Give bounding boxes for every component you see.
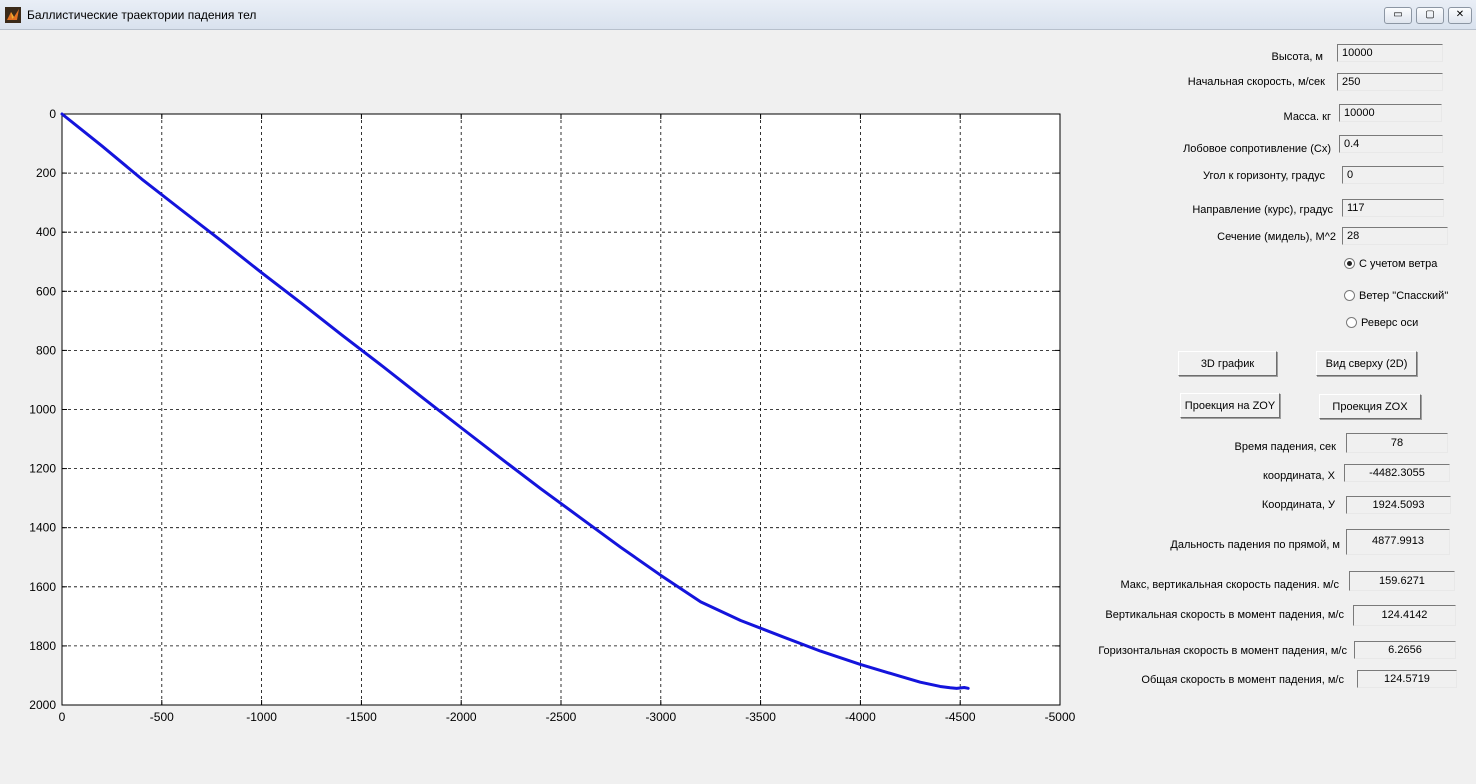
x-tick-label: -4000 [845,710,876,724]
y-tick-label: 600 [36,284,56,298]
angle-field[interactable]: 0 [1342,166,1444,184]
result-label-coord-x: координата, X [1262,470,1335,482]
wind-option[interactable]: С учетом ветра [1344,258,1437,270]
param-label-mass: Масса. кг [1283,111,1331,123]
x-tick-label: -5000 [1045,710,1076,724]
x-tick-label: 0 [59,710,66,724]
close-button[interactable]: ✕ [1448,7,1472,24]
max-vertical-speed-value: 159.6271 [1349,571,1455,591]
result-label-coord-y: Координата, У [1261,499,1335,511]
reverse-axis-option[interactable]: Реверс оси [1346,317,1418,329]
result-label-fall-time: Время падения, сек [1234,441,1336,453]
impact-horizontal-speed-value: 6.2656 [1354,641,1456,659]
course-field[interactable]: 117 [1342,199,1444,217]
y-tick-label: 800 [36,343,56,357]
mass-field[interactable]: 10000 [1339,104,1442,122]
param-label-section: Сечение (мидель), М^2 [1217,231,1336,243]
impact-total-speed-value: 124.5719 [1357,670,1457,688]
param-label-course: Направление (курс), градус [1192,204,1333,216]
result-label-impact-vertical-speed: Вертикальная скорость в момент падения, … [1105,609,1344,621]
y-tick-label: 1400 [29,521,56,535]
x-tick-label: -3500 [745,710,776,724]
x-tick-label: -500 [150,710,174,724]
trajectory-chart: 0 -500 -1000 -1500 -2000 -2500 -3000 -3500 -4000… [29,107,1076,724]
x-tick-label: -3000 [645,710,676,724]
param-label-angle: Угол к горизонту, градус [1203,170,1325,182]
x-tick-label: -2500 [546,710,577,724]
param-label-drag: Лобовое сопротивление (Cx) [1183,143,1331,155]
coord-y-value: 1924.5093 [1346,496,1451,514]
coord-x-value: -4482.3055 [1344,464,1450,482]
minimize-icon: ▭ [1393,9,1403,20]
result-label-impact-horizontal-speed: Горизонтальная скорость в момент падения… [1098,645,1347,657]
result-label-distance: Дальность падения по прямой, м [1170,539,1340,551]
maximize-icon: ▢ [1425,9,1435,20]
y-tick-label: 1200 [29,462,56,476]
x-tick-label: -4500 [945,710,976,724]
radio-unchecked-icon [1346,317,1357,328]
plot-3d-button[interactable]: 3D график [1178,351,1277,376]
distance-value: 4877.9913 [1346,529,1450,555]
y-tick-label: 1800 [29,639,56,653]
radio-checked-icon [1344,258,1355,269]
y-tick-label: 0 [49,107,56,121]
impact-vertical-speed-value: 124.4142 [1353,605,1456,626]
initial-velocity-field[interactable]: 250 [1337,73,1443,91]
top-view-button[interactable]: Вид сверху (2D) [1316,351,1417,376]
param-label-height: Высота, м [1271,51,1323,63]
param-label-velocity: Начальная скорость, м/сек [1187,76,1325,88]
section-area-field[interactable]: 28 [1342,227,1448,245]
drag-coefficient-field[interactable]: 0.4 [1339,135,1443,153]
y-tick-label: 2000 [29,698,56,712]
height-field[interactable]: 10000 [1337,44,1443,62]
y-tick-label: 400 [36,225,56,239]
radio-unchecked-icon [1344,290,1355,301]
y-tick-label: 1000 [29,403,56,417]
x-tick-label: -1000 [246,710,277,724]
projection-zox-button[interactable]: Проекция ZOX [1319,394,1421,419]
fall-time-value: 78 [1346,433,1448,453]
y-tick-label: 200 [36,166,56,180]
close-icon: ✕ [1455,9,1465,20]
x-tick-label: -1500 [346,710,377,724]
minimize-button[interactable]: ▭ [1384,7,1412,24]
spassky-wind-label: Ветер "Спасский" [1359,290,1449,302]
spassky-wind-option[interactable]: Ветер "Спасский" [1344,290,1448,302]
maximize-button[interactable]: ▢ [1416,7,1444,24]
projection-zoy-button[interactable]: Проекция на ZOY [1180,393,1280,418]
reverse-axis-label: Реверс оси [1361,317,1419,329]
y-tick-label: 1600 [29,580,56,594]
wind-option-label: С учетом ветра [1359,258,1438,270]
result-label-impact-total-speed: Общая скорость в момент падения, м/с [1141,674,1344,686]
x-tick-label: -2000 [446,710,477,724]
result-label-max-vertical-speed: Макс, вертикальная скорость падения. м/с [1120,579,1339,591]
